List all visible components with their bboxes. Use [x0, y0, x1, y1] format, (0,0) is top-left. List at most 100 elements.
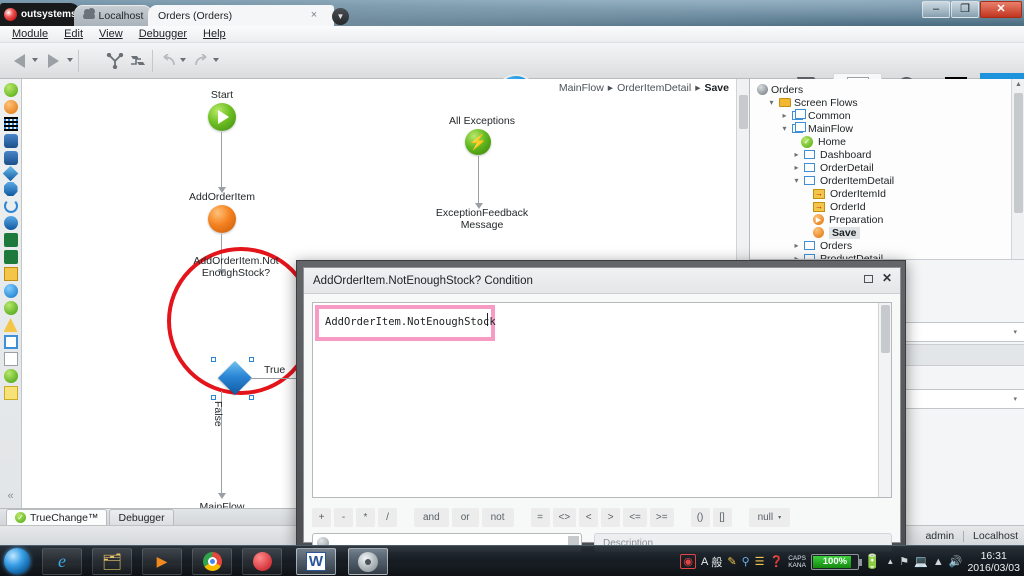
end-icon[interactable]	[3, 369, 18, 383]
undo-dropdown-icon[interactable]	[180, 58, 186, 62]
back-dropdown-icon[interactable]	[32, 58, 38, 62]
operator-or-button[interactable]: or	[451, 507, 479, 527]
operator-not-button[interactable]: not	[481, 507, 514, 527]
operator-null-button[interactable]: null ▾	[748, 507, 791, 527]
database-icon[interactable]	[3, 151, 18, 165]
node-start-icon[interactable]	[208, 103, 236, 131]
operator-greater-than-button[interactable]: >	[601, 507, 621, 527]
start-button[interactable]	[4, 548, 30, 574]
back-icon[interactable]	[14, 54, 25, 68]
breadcrumb-flow[interactable]: MainFlow	[559, 82, 604, 94]
ime-search-icon[interactable]: ⚲	[742, 555, 750, 568]
excel-import-icon[interactable]	[3, 233, 18, 247]
operator-divide-button[interactable]: /	[378, 507, 397, 527]
aggregate-icon[interactable]	[3, 117, 18, 131]
loop-icon[interactable]	[3, 199, 18, 213]
taskbar-media-player[interactable]: ▶	[142, 548, 182, 575]
battery-indicator[interactable]: 100%	[810, 553, 862, 570]
menu-item-help[interactable]: Help	[196, 27, 233, 41]
tree-row-dashboard[interactable]: ▸ Dashboard	[755, 148, 1024, 161]
action-center-flag-icon[interactable]: ⚑	[899, 555, 909, 568]
maximize-button[interactable]: ❐	[951, 1, 979, 18]
tree-row-home[interactable]: ✓ Home	[755, 135, 1024, 148]
tree-vertical-scrollbar[interactable]: ▲	[1011, 79, 1024, 259]
redo-icon[interactable]	[193, 53, 210, 70]
tree-row-orderitemid[interactable]: → OrderItemId	[755, 187, 1024, 200]
menu-item-view[interactable]: View	[92, 27, 130, 41]
operator-parentheses-button[interactable]: ()	[690, 507, 710, 527]
tab-truechange[interactable]: ✓ TrueChange™	[6, 509, 108, 525]
operator-multiply-button[interactable]: *	[356, 507, 375, 527]
taskbar-microsoft-word[interactable]: W	[296, 548, 336, 575]
json-icon[interactable]	[3, 352, 18, 366]
ime-pad-icon[interactable]: ✎	[727, 555, 736, 568]
tree-row-orders[interactable]: ▸ Orders	[755, 239, 1024, 252]
operator-less-equal-button[interactable]: <=	[623, 507, 647, 527]
send-email-icon[interactable]	[3, 267, 18, 281]
chevron-down-icon[interactable]: ▾	[1013, 328, 1017, 336]
menu-item-debugger[interactable]: Debugger	[132, 27, 194, 41]
show-hidden-icons-icon[interactable]: ▲	[886, 557, 894, 566]
refresh-query-icon[interactable]	[3, 284, 18, 298]
taskbar-windows-explorer[interactable]: 🗂	[92, 548, 132, 575]
environment-tab[interactable]: Localhost	[74, 5, 152, 26]
ime-help-icon[interactable]: ❓	[770, 555, 784, 568]
dialog-maximize-icon[interactable]	[863, 274, 873, 283]
collapse-toolbox-icon[interactable]: «	[7, 490, 13, 502]
operator-not-equals-button[interactable]: <>	[552, 507, 577, 527]
twisty-icon[interactable]: ▸	[792, 150, 801, 159]
if-icon[interactable]	[2, 165, 19, 182]
taskbar-service-studio[interactable]	[242, 548, 282, 575]
expression-input-area[interactable]: AddOrderItem.NotEnoughStock	[312, 302, 892, 498]
volume-muted-icon[interactable]: 🔊	[949, 555, 963, 568]
power-plug-icon[interactable]: 🔋	[864, 553, 881, 570]
twisty-icon[interactable]: ▸	[792, 241, 801, 250]
tree-row-orderitemdetail[interactable]: ▾ OrderItemDetail	[755, 174, 1024, 187]
dialog-title-bar[interactable]: AddOrderItem.NotEnoughStock? Condition	[304, 268, 900, 294]
security-shield-icon[interactable]: ◉	[680, 554, 696, 569]
tree-row-screen-flows[interactable]: ▾ Screen Flows	[755, 96, 1024, 109]
operator-and-button[interactable]: and	[414, 507, 449, 527]
twisty-icon[interactable]: ▾	[767, 98, 776, 107]
action-icon[interactable]	[3, 100, 18, 114]
taskbar-google-chrome[interactable]	[192, 548, 232, 575]
taskbar-disc-app[interactable]	[348, 548, 388, 575]
dialog-close-icon[interactable]: ✕	[882, 272, 892, 284]
raise-exception-icon[interactable]	[3, 301, 18, 315]
exception-handler-icon[interactable]	[3, 318, 18, 332]
tab-debugger[interactable]: Debugger	[109, 509, 174, 525]
comment-icon[interactable]	[3, 386, 18, 400]
close-icon[interactable]: ×	[308, 9, 320, 21]
taskbar-internet-explorer[interactable]: e	[42, 548, 82, 575]
twisty-icon[interactable]: ▸	[780, 111, 789, 120]
node-all-exceptions-icon[interactable]: ⚡	[465, 129, 491, 155]
forward-icon[interactable]	[48, 54, 59, 68]
assign-icon[interactable]	[3, 216, 18, 230]
breadcrumb-screen[interactable]: OrderItemDetail	[617, 82, 691, 94]
sql-icon[interactable]	[3, 134, 18, 148]
tree-row-orderid[interactable]: → OrderId	[755, 200, 1024, 213]
twisty-icon[interactable]: ▸	[792, 163, 801, 172]
scroll-up-icon[interactable]: ▲	[1015, 81, 1022, 88]
operator-greater-equal-button[interactable]: >=	[649, 507, 674, 527]
menu-item-edit[interactable]: Edit	[57, 27, 90, 41]
document-tab[interactable]: Orders (Orders) ×	[148, 5, 334, 26]
minimize-button[interactable]: –	[922, 1, 950, 18]
operator-brackets-button[interactable]: []	[712, 507, 732, 527]
dependencies-icon[interactable]	[106, 52, 124, 72]
module-tab[interactable]: outsystems	[0, 3, 80, 26]
tree-row-save[interactable]: Save	[755, 226, 1024, 239]
ime-indicator[interactable]: A 般	[701, 554, 722, 570]
ime-tools-icon[interactable]: ☰	[755, 555, 765, 568]
expression-editor-dialog[interactable]: AddOrderItem.NotEnoughStock? Condition ✕…	[296, 260, 906, 552]
device-icon[interactable]: 💻	[914, 555, 928, 568]
start-icon[interactable]	[3, 83, 18, 97]
twisty-icon[interactable]: ▾	[792, 176, 801, 185]
operator-minus-button[interactable]: -	[334, 507, 353, 527]
switch-icon[interactable]	[3, 182, 18, 196]
tree-row-root[interactable]: Orders	[755, 83, 1024, 96]
menu-item-module[interactable]: Module	[5, 27, 55, 41]
tree-row-common[interactable]: ▸ Common	[755, 109, 1024, 122]
destination-icon[interactable]	[3, 335, 18, 349]
operator-plus-button[interactable]: +	[312, 507, 331, 527]
